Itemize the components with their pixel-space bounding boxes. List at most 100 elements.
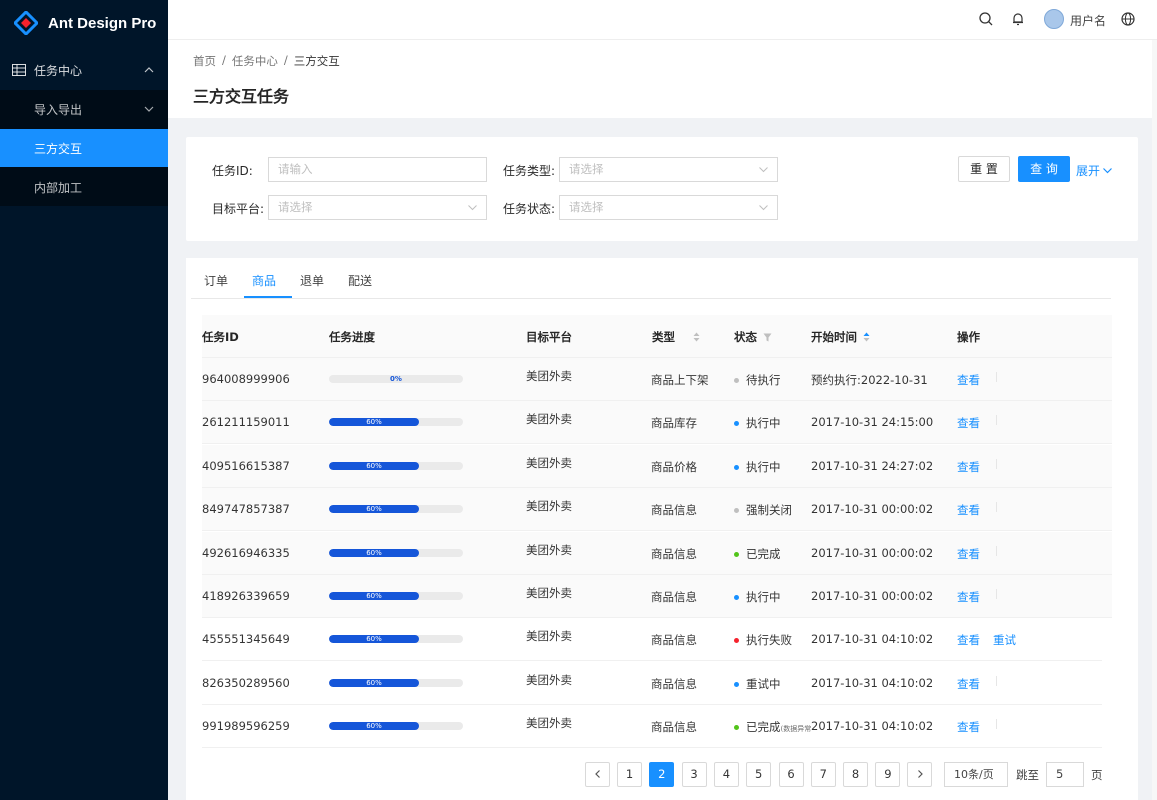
- view-link[interactable]: 查看: [957, 459, 980, 475]
- table-card: 订单 商品 退单 配送 任务ID 任务进度 目标平台 类型 状态 开始时间 操作: [186, 258, 1138, 800]
- bell-icon[interactable]: [1010, 11, 1026, 27]
- table-row: 455551345649 60% 美团外卖 商品信息 执行失败 2017-10-31 04…: [202, 618, 1102, 662]
- sidebar-item-third-party[interactable]: 三方交互: [0, 129, 168, 167]
- expand-toggle[interactable]: 展开: [1076, 162, 1112, 179]
- page-button[interactable]: 8: [843, 762, 869, 787]
- start-time: 2017-10-31 00:00:02: [811, 589, 934, 603]
- username[interactable]: 用户名: [1070, 12, 1106, 29]
- task-id-input[interactable]: 请输入: [268, 157, 487, 182]
- chevron-up-icon: [144, 67, 154, 73]
- task-type: 商品信息: [651, 503, 697, 518]
- start-time: 预约执行:2022-10-31: [811, 373, 928, 387]
- logo[interactable]: Ant Design Pro: [0, 0, 168, 46]
- progress-bar: 60%: [329, 461, 463, 470]
- platform: 美团外卖: [526, 716, 572, 731]
- view-link[interactable]: 查看: [957, 415, 980, 431]
- view-link[interactable]: 查看: [957, 372, 980, 388]
- page-button[interactable]: 2: [649, 762, 675, 787]
- page-button[interactable]: 6: [778, 762, 804, 787]
- table-row: 261211159011 60% 美团外卖 商品库存 执行中 2017-10-31 24:…: [202, 401, 1112, 445]
- progress-label: 60%: [366, 635, 382, 644]
- status-label: 执行中: [746, 459, 781, 474]
- status: 执行中: [734, 589, 781, 605]
- action-divider: [996, 545, 997, 556]
- task-type: 商品上下架: [651, 373, 709, 387]
- status-select[interactable]: 请选择: [559, 195, 778, 220]
- task-id: 409516615387: [202, 458, 290, 473]
- status: 重试中: [734, 676, 781, 692]
- page-button[interactable]: 5: [746, 762, 772, 787]
- status-dot: [734, 725, 739, 731]
- search-icon[interactable]: [978, 11, 994, 27]
- progress-label: 60%: [366, 548, 382, 557]
- avatar[interactable]: [1044, 9, 1064, 29]
- sidebar-item-label: 导入导出: [34, 102, 83, 117]
- sort-icon[interactable]: [863, 332, 870, 342]
- page-button[interactable]: 4: [713, 762, 739, 787]
- breadcrumb-home[interactable]: 首页: [193, 53, 216, 69]
- chevron-down-icon: [468, 205, 477, 211]
- col-status[interactable]: 状态: [734, 329, 772, 345]
- submenu: 导入导出 三方交互 内部加工: [0, 90, 168, 206]
- retry-link[interactable]: 重试: [993, 632, 1016, 648]
- page-button[interactable]: 3: [681, 762, 707, 787]
- prev-page-button[interactable]: [585, 762, 610, 787]
- action-divider: [996, 502, 997, 513]
- page-title: 三方交互任务: [193, 87, 290, 106]
- status-dot: [734, 421, 739, 427]
- view-link[interactable]: 查看: [957, 719, 980, 735]
- view-link[interactable]: 查看: [957, 589, 980, 605]
- platform: 美团外卖: [526, 369, 572, 383]
- task-type-placeholder: 请选择: [569, 162, 604, 176]
- jump-input[interactable]: 5: [1046, 762, 1084, 787]
- col-type[interactable]: 类型: [652, 329, 700, 345]
- tab-refunds[interactable]: 退单: [300, 272, 324, 289]
- reset-button[interactable]: 重 置: [958, 156, 1010, 182]
- globe-icon[interactable]: [1120, 11, 1136, 27]
- page-size-select[interactable]: 10条/页: [944, 762, 1008, 787]
- page-header: 首页 / 任务中心 / 三方交互 三方交互任务: [168, 40, 1157, 118]
- page-button[interactable]: 9: [875, 762, 901, 787]
- col-start-time[interactable]: 开始时间: [811, 329, 870, 345]
- status: 执行失败: [734, 632, 792, 648]
- task-id: 826350289560: [202, 675, 290, 690]
- platform-select[interactable]: 请选择: [268, 195, 487, 220]
- breadcrumb-task-center[interactable]: 任务中心: [232, 53, 278, 69]
- table-row: 418926339659 60% 美团外卖 商品信息 执行中 2017-10-31 00:…: [202, 575, 1112, 618]
- progress-bar: 60%: [329, 635, 463, 644]
- query-button[interactable]: 查 询: [1018, 156, 1070, 182]
- menu-task-center-label: 任务中心: [34, 63, 83, 78]
- filter-icon[interactable]: [763, 333, 772, 342]
- tab-orders[interactable]: 订单: [204, 272, 228, 289]
- menu-task-center[interactable]: 任务中心: [0, 50, 168, 90]
- view-link[interactable]: 查看: [957, 676, 980, 692]
- status-dot: [734, 638, 739, 644]
- page-button[interactable]: 7: [810, 762, 836, 787]
- view-link[interactable]: 查看: [957, 546, 980, 562]
- task-type-select[interactable]: 请选择: [559, 157, 778, 182]
- scrollbar[interactable]: [1152, 40, 1157, 800]
- action-divider: [996, 719, 997, 730]
- status: 已完成(数据异常: [734, 719, 811, 735]
- tab-products[interactable]: 商品: [252, 272, 276, 289]
- col-actions: 操作: [957, 330, 980, 344]
- platform: 美团外卖: [526, 629, 572, 644]
- start-time: 2017-10-31 24:15:00: [811, 415, 934, 430]
- progress-bar: 60%: [329, 678, 463, 687]
- next-page-button[interactable]: [907, 762, 932, 787]
- sidebar-item-internal[interactable]: 内部加工: [0, 168, 168, 206]
- status: 强制关闭: [734, 502, 792, 518]
- page-button[interactable]: 1: [617, 762, 642, 787]
- app-title: Ant Design Pro: [48, 14, 157, 32]
- task-id: 991989596259: [202, 719, 290, 734]
- tab-delivery[interactable]: 配送: [348, 272, 372, 289]
- view-link[interactable]: 查看: [957, 502, 980, 518]
- sidebar-item-import-export[interactable]: 导入导出: [0, 90, 168, 128]
- sort-icon[interactable]: [693, 332, 700, 342]
- breadcrumb: 首页 / 任务中心 / 三方交互: [193, 53, 340, 69]
- platform: 美团外卖: [526, 586, 572, 600]
- start-time: 2017-10-31 04:10:02: [811, 675, 934, 690]
- view-link[interactable]: 查看: [957, 632, 980, 648]
- status: 执行中: [734, 459, 781, 475]
- task-id: 455551345649: [202, 632, 290, 647]
